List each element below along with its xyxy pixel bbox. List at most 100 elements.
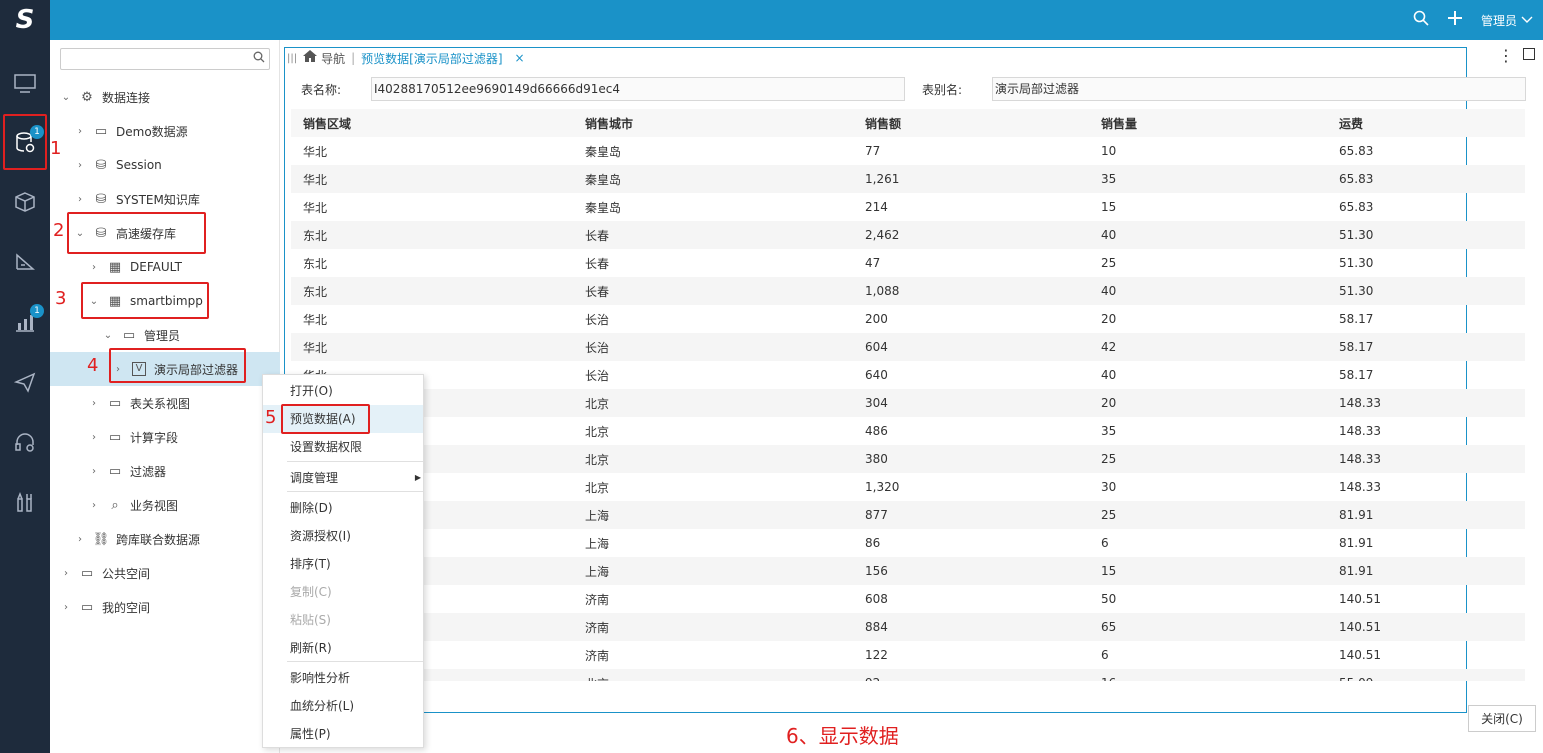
rail-support[interactable] (0, 422, 50, 462)
tree-toggle-icon[interactable]: › (74, 160, 86, 171)
app-logo[interactable]: S (0, 0, 50, 40)
table-cell: 884 (865, 620, 888, 634)
table-row[interactable]: 济南 122 6 140.51 (291, 641, 1525, 669)
tree-node[interactable]: › ▭ 计算字段 (88, 420, 178, 454)
table-cell: 北京 (585, 396, 610, 411)
table-row[interactable]: 济南 884 65 140.51 (291, 613, 1525, 641)
rail-data-connection[interactable]: 1 (0, 123, 50, 163)
more-options-icon[interactable]: ⋮ (1498, 46, 1514, 65)
tree-node[interactable]: ⌄ ▭ 管理员 (102, 318, 180, 352)
rail-design[interactable] (0, 242, 50, 282)
table-row[interactable]: 北京 380 25 148.33 (291, 445, 1525, 473)
table-name-field[interactable]: I40288170512ee9690149d66666d91ec4 (371, 77, 905, 101)
menu-item[interactable]: 删除(D) (263, 494, 423, 522)
table-row[interactable]: 东北 长春 47 25 51.30 (291, 249, 1525, 277)
menu-item[interactable]: 刷新(R) (263, 634, 423, 662)
table-row[interactable]: 华北 长治 604 42 58.17 (291, 333, 1525, 361)
tree-toggle-icon[interactable]: › (60, 602, 72, 613)
table-cell: 81.91 (1339, 536, 1374, 550)
table-row[interactable]: 上海 86 6 81.91 (291, 529, 1525, 557)
tree-toggle-icon[interactable]: › (88, 432, 100, 443)
home-icon[interactable] (303, 50, 318, 66)
tree-node[interactable]: › ▭ 过滤器 (88, 454, 166, 488)
table-row[interactable]: 东北 长春 1,088 40 51.30 (291, 277, 1525, 305)
menu-item[interactable]: 影响性分析 (263, 664, 423, 692)
tree-node[interactable]: › ▭ 表关系视图 (88, 386, 190, 420)
tree-node[interactable]: › ⌕ 业务视图 (88, 488, 178, 522)
menu-item[interactable]: 调度管理 ▶ (263, 464, 423, 492)
tree-node[interactable]: › ▭ 我的空间 (60, 590, 150, 624)
maximize-icon[interactable] (1523, 48, 1535, 60)
tree-toggle-icon[interactable]: › (74, 194, 86, 205)
tree-toggle-icon[interactable]: ⌄ (102, 330, 114, 341)
tree-node[interactable]: › ▭ 公共空间 (60, 556, 150, 590)
table-row[interactable]: 上海 877 25 81.91 (291, 501, 1525, 529)
close-tab-icon[interactable]: × (515, 51, 525, 65)
menu-item[interactable]: 预览数据(A) (263, 405, 423, 433)
table-row[interactable]: 东北 长春 2,462 40 51.30 (291, 221, 1525, 249)
table-row[interactable]: 华北 秦皇岛 77 10 65.83 (291, 137, 1525, 165)
tree-toggle-icon[interactable]: ⌄ (88, 296, 100, 307)
tree-toggle-icon[interactable]: › (60, 568, 72, 579)
tree-toggle-icon[interactable]: ⌄ (60, 92, 72, 103)
tree-node-icon: ⛁ (95, 191, 107, 207)
tree-node[interactable]: ⌄ ⚙ 数据连接 (60, 80, 150, 114)
nav-tab[interactable]: 导航 (321, 50, 345, 67)
tree-node[interactable]: › ⛁ SYSTEM知识库 (74, 182, 200, 216)
tree-toggle-icon[interactable]: › (74, 534, 86, 545)
rail-monitor[interactable] (0, 64, 50, 104)
tree-node[interactable]: › ⛁ Session (74, 148, 162, 182)
table-row[interactable]: 华北 长治 200 20 58.17 (291, 305, 1525, 333)
table-row[interactable]: 华北 秦皇岛 214 15 65.83 (291, 193, 1525, 221)
tree-node[interactable]: › ▭ Demo数据源 (74, 114, 188, 148)
cube-icon (15, 192, 35, 212)
rail-publish[interactable] (0, 362, 50, 402)
column-header[interactable]: 销售区域 (303, 115, 351, 132)
menu-item[interactable]: 设置数据权限 (263, 433, 423, 461)
rail-tools[interactable] (0, 482, 50, 522)
tree-toggle-icon[interactable]: › (88, 500, 100, 511)
rail-analysis[interactable]: 1 (0, 302, 50, 342)
tree-node[interactable]: › ⛓ 跨库联合数据源 (74, 522, 200, 556)
menu-item[interactable]: 打开(O) (263, 377, 423, 405)
table-row[interactable]: 济南 608 50 140.51 (291, 585, 1525, 613)
tree-toggle-icon[interactable]: › (88, 466, 100, 477)
column-header[interactable]: 销售额 (865, 115, 901, 132)
search-icon[interactable] (1413, 10, 1429, 31)
rail-cube[interactable] (0, 182, 50, 222)
tree-node[interactable]: ⌄ ⛁ 高速缓存库 (74, 216, 176, 250)
menu-item[interactable]: 属性(P) (263, 720, 423, 748)
tree-search-input[interactable] (60, 48, 270, 70)
add-icon[interactable] (1447, 10, 1463, 31)
tree-toggle-icon[interactable]: ⌄ (74, 228, 86, 239)
tree-node[interactable]: › V 演示局部过滤器 (50, 352, 280, 386)
table-row[interactable]: 北京 486 35 148.33 (291, 417, 1525, 445)
menu-item[interactable]: 血统分析(L) (263, 692, 423, 720)
table-row[interactable]: 北京 92 16 55.09 (291, 669, 1525, 681)
column-header[interactable]: 销售城市 (585, 115, 633, 132)
table-alias-field[interactable]: 演示局部过滤器 (992, 77, 1526, 101)
column-header[interactable]: 销售量 (1101, 115, 1137, 132)
tab-preview-data[interactable]: 预览数据[演示局部过滤器] (361, 50, 502, 67)
tree-node[interactable]: › ▦ DEFAULT (88, 250, 182, 284)
tree-toggle-icon[interactable]: › (74, 126, 86, 137)
menu-item[interactable]: 资源授权(I) (263, 522, 423, 550)
table-row[interactable]: 华北 秦皇岛 1,261 35 65.83 (291, 165, 1525, 193)
search-icon[interactable] (253, 51, 265, 66)
close-button[interactable]: 关闭(C) (1468, 705, 1536, 732)
tree-toggle-icon[interactable]: › (88, 262, 100, 273)
table-row[interactable]: 北京 304 20 148.33 (291, 389, 1525, 417)
user-menu[interactable]: 管理员 (1481, 12, 1533, 29)
table-row[interactable]: 华北长治6404058.17 (291, 361, 1525, 389)
data-grid[interactable]: 销售区域 销售城市 销售额 销售量 运费华北 秦皇岛 77 10 65.83 华北 秦皇岛 1,261… (291, 109, 1525, 681)
table-cell: 140.51 (1339, 620, 1381, 634)
tree-toggle-icon[interactable]: › (112, 364, 124, 375)
tree-node[interactable]: ⌄ ▦ smartbimpp (88, 284, 203, 318)
menu-item[interactable]: 排序(T) (263, 550, 423, 578)
table-row[interactable]: 上海 156 15 81.91 (291, 557, 1525, 585)
drag-handle-icon[interactable]: ||| (287, 53, 297, 64)
table-row[interactable]: 北京 1,320 30 148.33 (291, 473, 1525, 501)
table-cell: 877 (865, 508, 888, 522)
tree-toggle-icon[interactable]: › (88, 398, 100, 409)
column-header[interactable]: 运费 (1339, 115, 1363, 132)
